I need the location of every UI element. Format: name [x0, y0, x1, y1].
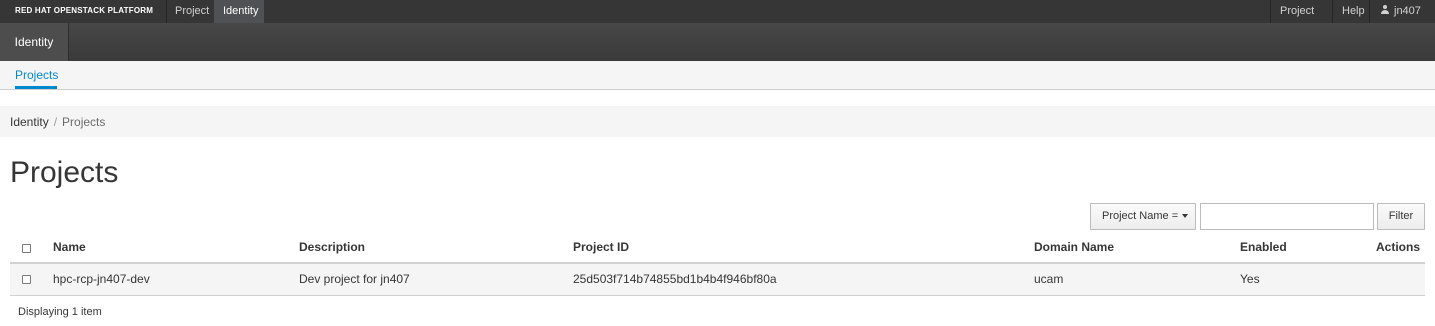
column-header-actions: Actions — [1376, 240, 1421, 254]
column-header-enabled[interactable]: Enabled — [1240, 232, 1287, 263]
enabled-value: Yes — [1240, 272, 1260, 286]
domain-name: ucam — [1034, 272, 1064, 286]
filter-field-select[interactable]: Project Name = — [1090, 203, 1196, 230]
page-title: Projects — [10, 156, 119, 189]
column-header-name[interactable]: Name — [53, 232, 86, 263]
select-all-checkbox[interactable] — [22, 244, 31, 253]
tertiary-tabs: Projects — [0, 61, 1435, 90]
user-icon — [1381, 5, 1389, 14]
project-id: 25d503f714b74855bd1b4b4f946bf80a — [573, 272, 777, 286]
nav-project[interactable]: Project — [166, 0, 214, 23]
user-name: jn407 — [1394, 5, 1421, 17]
secondary-navbar: Identity — [0, 23, 1435, 61]
project-menu-label: Project — [1280, 5, 1315, 17]
table-item-count: Displaying 1 item — [18, 306, 102, 318]
tab-projects[interactable]: Projects — [15, 61, 58, 89]
brand-logo[interactable]: RED HAT OPENSTACK PLATFORM — [15, 0, 153, 23]
active-tab-indicator — [15, 86, 57, 89]
help-link[interactable]: Help — [1333, 0, 1369, 23]
table-row: hpc-rcp-jn407-dev Dev project for jn407 … — [10, 264, 1425, 296]
breadcrumb: Identity / Projects — [0, 106, 1435, 137]
table-header: Name Description Project ID Domain Name … — [10, 232, 1425, 264]
breadcrumb-separator: / — [53, 115, 58, 129]
top-navbar: RED HAT OPENSTACK PLATFORM Project Ident… — [0, 0, 1435, 37]
breadcrumb-identity[interactable]: Identity — [10, 115, 49, 129]
filter-field-label: Project Name = — [1102, 210, 1179, 222]
divider — [1369, 0, 1370, 23]
filter-input[interactable] — [1200, 203, 1374, 230]
column-header-description[interactable]: Description — [299, 232, 365, 263]
filter-button[interactable]: Filter — [1377, 203, 1425, 230]
tab-identity[interactable]: Identity — [0, 23, 69, 61]
nav-identity[interactable]: Identity — [214, 0, 264, 23]
project-menu[interactable]: Project — [1271, 0, 1332, 37]
caret-down-icon — [1182, 214, 1189, 218]
column-header-domain-name[interactable]: Domain Name — [1034, 232, 1114, 263]
row-checkbox[interactable] — [22, 275, 31, 284]
project-name[interactable]: hpc-rcp-jn407-dev — [53, 264, 150, 294]
breadcrumb-current: Projects — [62, 115, 106, 129]
user-menu[interactable]: jn407 — [1372, 0, 1435, 37]
project-description: Dev project for jn407 — [299, 272, 410, 286]
column-header-project-id[interactable]: Project ID — [573, 232, 629, 263]
